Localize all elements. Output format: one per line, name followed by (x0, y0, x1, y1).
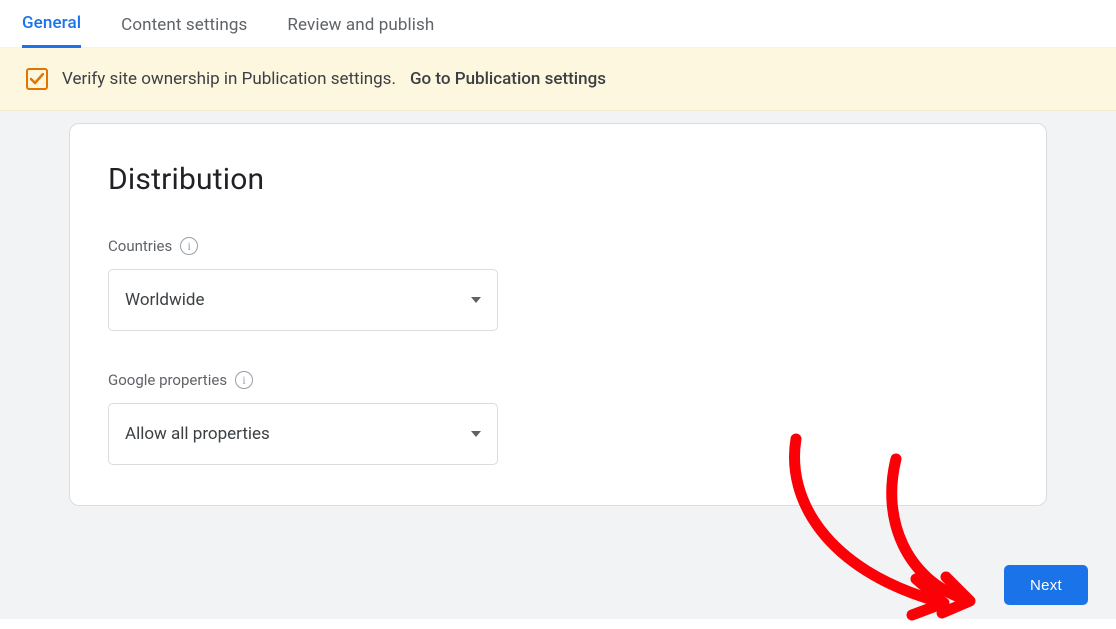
google-properties-value: Allow all properties (125, 424, 270, 444)
tab-review-publish[interactable]: Review and publish (287, 15, 434, 47)
ownership-banner: Verify site ownership in Publication set… (0, 48, 1116, 111)
info-icon[interactable]: i (180, 237, 198, 255)
banner-message: Verify site ownership in Publication set… (62, 69, 396, 89)
tab-bar: General Content settings Review and publ… (0, 0, 1116, 48)
next-button[interactable]: Next (1004, 565, 1088, 605)
google-properties-select[interactable]: Allow all properties (108, 403, 498, 465)
card-title: Distribution (108, 162, 1008, 197)
tab-general[interactable]: General (22, 13, 81, 48)
google-properties-label: Google properties (108, 371, 227, 389)
countries-label: Countries (108, 237, 172, 255)
banner-link-publication-settings[interactable]: Go to Publication settings (410, 69, 606, 89)
countries-value: Worldwide (125, 290, 205, 310)
content-area: Distribution Countries i Worldwide Googl… (0, 111, 1116, 619)
chevron-down-icon (471, 431, 481, 437)
info-icon[interactable]: i (235, 371, 253, 389)
countries-select[interactable]: Worldwide (108, 269, 498, 331)
checkbox-icon (26, 68, 48, 90)
distribution-card: Distribution Countries i Worldwide Googl… (69, 123, 1047, 506)
countries-field: Countries i Worldwide (108, 237, 1008, 331)
google-properties-field: Google properties i Allow all properties (108, 371, 1008, 465)
chevron-down-icon (471, 297, 481, 303)
tab-content-settings[interactable]: Content settings (121, 15, 247, 47)
